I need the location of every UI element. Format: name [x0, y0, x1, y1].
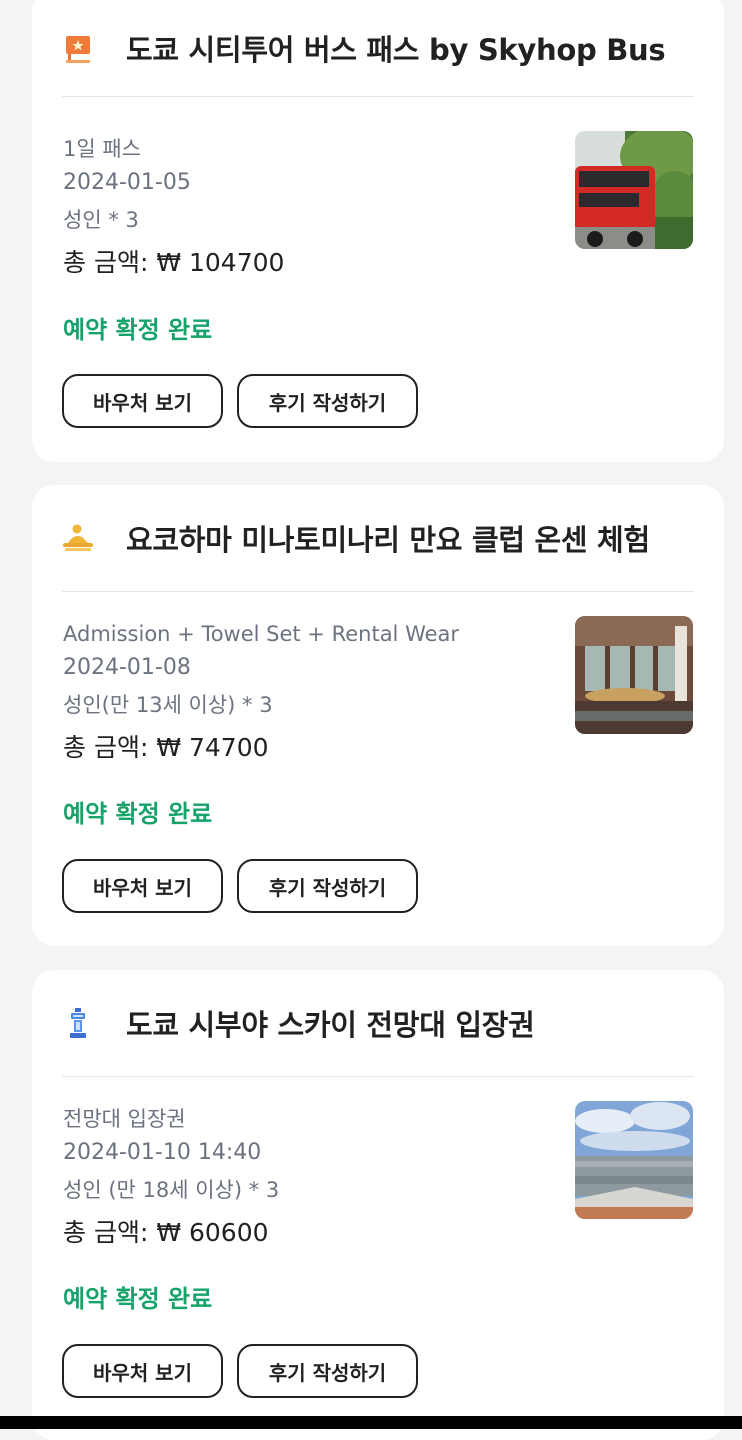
card-title[interactable]: 도쿄 시부야 스카이 전망대 입장권 [126, 1002, 535, 1044]
booking-date: 2024-01-08 [63, 655, 191, 680]
write-review-button[interactable]: 후기 작성하기 [237, 859, 418, 913]
system-nav-bar [0, 1416, 742, 1429]
city-view-photo[interactable] [575, 1101, 693, 1219]
booking-card: 도쿄 시티투어 버스 패스 by Skyhop Bus 1일 패스 2024-0… [32, 0, 724, 462]
write-review-button[interactable]: 후기 작성하기 [237, 1344, 418, 1398]
booking-info: 1일 패스 2024-01-05 성인 * 3 총 금액: ₩ 104700 [63, 132, 533, 286]
write-review-button[interactable]: 후기 작성하기 [237, 374, 418, 428]
action-buttons: 바우처 보기 후기 작성하기 [62, 1344, 418, 1398]
total-amount: 총 금액: ₩ 104700 [63, 248, 285, 277]
booking-date: 2024-01-10 14:40 [63, 1140, 262, 1165]
quantity-text: 성인 * 3 [63, 208, 139, 232]
onsen-photo[interactable] [575, 616, 693, 734]
booking-card: 요코하마 미나토미나리 만요 클럽 온센 체험 Admission + Towe… [32, 485, 724, 946]
booking-date: 2024-01-05 [63, 170, 191, 195]
spa-person-icon [62, 522, 94, 554]
quantity-text: 성인 (만 18세 이상) * 3 [63, 1178, 280, 1202]
bus-photo[interactable] [575, 131, 693, 249]
option-text: Admission + Towel Set + Rental Wear [63, 622, 460, 646]
booking-info: Admission + Towel Set + Rental Wear 2024… [63, 617, 533, 771]
total-amount: 총 금액: ₩ 74700 [63, 733, 269, 762]
option-text: 전망대 입장권 [63, 1107, 186, 1131]
booking-card: 도쿄 시부야 스카이 전망대 입장권 전망대 입장권 2024-01-10 14… [32, 970, 724, 1440]
status-badge: 예약 확정 완료 [63, 316, 213, 344]
card-header: 요코하마 미나토미나리 만요 클럽 온센 체험 [62, 485, 694, 592]
card-title[interactable]: 요코하마 미나토미나리 만요 클럽 온센 체험 [126, 517, 650, 559]
option-text: 1일 패스 [63, 137, 141, 161]
status-badge: 예약 확정 완료 [63, 1285, 213, 1313]
view-voucher-button[interactable]: 바우처 보기 [62, 859, 223, 913]
card-header: 도쿄 시부야 스카이 전망대 입장권 [62, 970, 694, 1077]
status-badge: 예약 확정 완료 [63, 800, 213, 828]
card-header: 도쿄 시티투어 버스 패스 by Skyhop Bus [62, 0, 694, 97]
view-voucher-button[interactable]: 바우처 보기 [62, 374, 223, 428]
booking-info: 전망대 입장권 2024-01-10 14:40 성인 (만 18세 이상) *… [63, 1102, 533, 1256]
action-buttons: 바우처 보기 후기 작성하기 [62, 859, 418, 913]
view-voucher-button[interactable]: 바우처 보기 [62, 1344, 223, 1398]
card-title[interactable]: 도쿄 시티투어 버스 패스 by Skyhop Bus [126, 27, 666, 69]
flag-icon [62, 32, 94, 64]
tower-icon [62, 1007, 94, 1039]
total-amount: 총 금액: ₩ 60600 [63, 1218, 269, 1247]
quantity-text: 성인(만 13세 이상) * 3 [63, 693, 273, 717]
action-buttons: 바우처 보기 후기 작성하기 [62, 374, 418, 428]
